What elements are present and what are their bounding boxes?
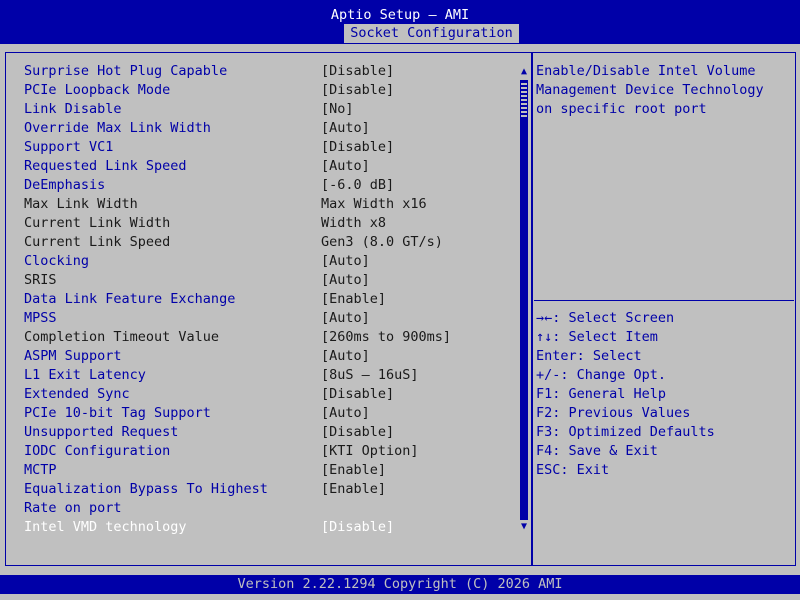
key-legend-item: F3: Optimized Defaults	[536, 424, 715, 440]
setting-label[interactable]: Link Disable	[24, 100, 122, 119]
setting-value[interactable]: [Auto]	[321, 252, 370, 271]
setting-label[interactable]: Override Max Link Width	[24, 119, 211, 138]
setting-label[interactable]: PCIe Loopback Mode	[24, 81, 170, 100]
help-line: Management Device Technology	[536, 82, 764, 98]
setting-value[interactable]: [Disable]	[321, 423, 394, 442]
setting-label[interactable]: MPSS	[24, 309, 57, 328]
setting-value[interactable]: [Auto]	[321, 404, 370, 423]
footer-version: Version 2.22.1294 Copyright (C) 2026 AMI	[0, 575, 800, 594]
setting-value[interactable]: [Enable]	[321, 461, 386, 480]
help-divider	[534, 300, 794, 301]
setting-label[interactable]: IODC Configuration	[24, 442, 170, 461]
setting-value[interactable]: [Enable]	[321, 290, 386, 309]
key-legend-item: +/-: Change Opt.	[536, 367, 667, 383]
key-legend-item: F1: General Help	[536, 386, 667, 402]
app-title: Aptio Setup – AMI	[330, 7, 470, 23]
setting-label[interactable]: Support VC1	[24, 138, 113, 157]
setting-label[interactable]: MCTP	[24, 461, 57, 480]
setting-label[interactable]: PCIe 10-bit Tag Support	[24, 404, 211, 423]
setting-value[interactable]: [Disable]	[321, 518, 394, 537]
setting-value[interactable]: [Disable]	[321, 62, 394, 81]
tab-socket-configuration[interactable]: Socket Configuration	[344, 24, 519, 43]
setting-value[interactable]: [8uS – 16uS]	[321, 366, 419, 385]
setting-label[interactable]: Clocking	[24, 252, 89, 271]
help-line: on specific root port	[536, 101, 707, 117]
scrollbar-thumb[interactable]	[521, 83, 527, 119]
setting-label[interactable]: Requested Link Speed	[24, 157, 187, 176]
scrollbar[interactable]	[520, 80, 528, 520]
setting-value: [Auto]	[321, 272, 370, 288]
setting-value: Max Width x16	[321, 196, 427, 212]
key-legend-item: F4: Save & Exit	[536, 443, 658, 459]
setting-value[interactable]: [Auto]	[321, 309, 370, 328]
setting-value[interactable]: [Auto]	[321, 119, 370, 138]
setting-label: Current Link Speed	[24, 234, 171, 250]
setting-label: Current Link Width	[24, 215, 171, 231]
key-legend-item: F2: Previous Values	[536, 405, 691, 421]
setting-value: Gen3 (8.0 GT/s)	[321, 234, 443, 250]
setting-value[interactable]: [Auto]	[321, 157, 370, 176]
setting-value[interactable]: [KTI Option]	[321, 442, 419, 461]
key-legend-item: Enter: Select	[536, 348, 642, 364]
setting-label[interactable]: L1 Exit Latency	[24, 366, 146, 385]
setting-label[interactable]: Surprise Hot Plug Capable	[24, 62, 227, 81]
setting-value[interactable]: [Auto]	[321, 347, 370, 366]
key-legend-item: ↑↓: Select Item	[536, 329, 658, 345]
setting-value[interactable]: [Disable]	[321, 138, 394, 157]
setting-value: [260ms to 900ms]	[321, 329, 452, 345]
setting-label: Max Link Width	[24, 196, 138, 212]
setting-label[interactable]: Unsupported Request	[24, 423, 178, 442]
setting-value[interactable]: [Disable]	[321, 385, 394, 404]
setting-value[interactable]: [-6.0 dB]	[321, 176, 394, 195]
setting-value[interactable]: [Disable]	[321, 81, 394, 100]
scroll-down-icon[interactable]: ▼	[517, 521, 531, 533]
setting-value[interactable]: [No]	[321, 100, 354, 119]
scroll-up-icon[interactable]: ▲	[517, 66, 531, 78]
setting-label: SRIS	[24, 272, 57, 288]
setting-value[interactable]: [Enable]	[321, 480, 386, 499]
setting-label[interactable]: Data Link Feature Exchange	[24, 290, 235, 309]
setting-label[interactable]: DeEmphasis	[24, 176, 105, 195]
help-line: Enable/Disable Intel Volume	[536, 63, 756, 79]
setting-label: Completion Timeout Value	[24, 329, 220, 345]
setting-label[interactable]: Equalization Bypass To Highest	[24, 480, 268, 499]
setting-label[interactable]: Rate on port	[24, 499, 122, 518]
key-legend-item: ESC: Exit	[536, 462, 610, 478]
key-legend-item: →←: Select Screen	[536, 310, 675, 326]
setting-label[interactable]: Extended Sync	[24, 385, 130, 404]
setting-value: Width x8	[321, 215, 387, 231]
setting-label[interactable]: Intel VMD technology	[24, 518, 187, 537]
setting-label[interactable]: ASPM Support	[24, 347, 122, 366]
